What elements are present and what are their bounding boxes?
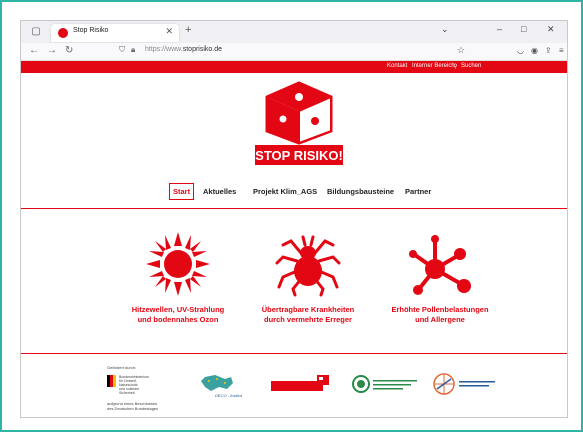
feature-heat-line2: und bodennahes Ozon <box>137 315 219 324</box>
back-icon[interactable]: ← <box>29 45 39 56</box>
feature-pollen-line2: und Allergene <box>415 315 465 324</box>
nav-item-partner[interactable]: Partner <box>405 187 431 196</box>
nav-item-aktuelles[interactable]: Aktuelles <box>203 187 236 196</box>
partner-logo[interactable] <box>431 371 501 397</box>
feature-pollen-title: Erhöhte Pollenbelastungen und Allergene <box>375 305 505 325</box>
feature-heat-line1: Hitzewellen, UV-Strahlung <box>131 305 225 314</box>
url-protocol: https://www. <box>145 46 183 53</box>
account-icon[interactable]: ◉ <box>531 46 538 55</box>
pollen-icon <box>409 235 471 295</box>
top-utility-bar: Kontakt Interner Bereich ⚲ Suchen <box>21 61 567 73</box>
close-window-icon[interactable]: ✕ <box>547 24 555 35</box>
shield-icon[interactable]: ⛉ <box>119 45 125 55</box>
screenshot-frame: ▢ Stop Risiko ✕ + ⌄ – □ ✕ ← → ↻ ⛉ 🔒︎ htt… <box>0 0 583 432</box>
bookmark-star-icon[interactable]: ☆ <box>457 45 465 56</box>
feature-diseases-line2: durch vermehrte Erreger <box>264 315 352 324</box>
resolution-line2: des Deutschen Bundestages <box>107 406 159 411</box>
tab-bar: ▢ Stop Risiko ✕ + ⌄ – □ ✕ <box>21 21 567 43</box>
contact-link[interactable]: Kontakt <box>387 63 407 69</box>
feature-diseases[interactable]: Übertragbare Krankheiten durch vermehrte… <box>243 231 373 325</box>
browser-window: ▢ Stop Risiko ✕ + ⌄ – □ ✕ ← → ↻ ⛉ 🔒︎ htt… <box>20 20 568 418</box>
tab-stop-risiko[interactable]: Stop Risiko ✕ <box>51 24 179 42</box>
feature-pollen-line1: Erhöhte Pollenbelastungen <box>391 305 489 314</box>
deco-map-icon <box>201 375 233 391</box>
nav-divider <box>21 208 567 209</box>
compass-icon <box>433 373 495 395</box>
tab-overview-icon[interactable]: ▢ <box>29 25 43 39</box>
nav-item-start[interactable]: Start <box>169 183 195 200</box>
address-bar[interactable]: ⛉ 🔒︎ https://www.stoprisiko.de ☆ <box>119 45 465 58</box>
url-text[interactable]: https://www.stoprisiko.de <box>145 46 222 53</box>
logo-text: STOP RISIKO! <box>255 148 343 163</box>
nav-item-bildungsbausteine[interactable]: Bildungsbausteine <box>327 187 394 196</box>
navigation-bar: ← → ↻ ⛉ 🔒︎ https://www.stoprisiko.de ☆ ◡… <box>21 43 567 61</box>
stop-risiko-logo[interactable]: STOP RISIKO! <box>255 81 343 167</box>
sun-icon <box>146 232 210 296</box>
lock-icon[interactable]: 🔒︎ <box>131 45 135 55</box>
new-tab-icon[interactable]: + <box>185 24 191 36</box>
funded-by-label: Gefördert durch: <box>107 365 137 370</box>
internal-area-link[interactable]: Interner Bereich <box>412 63 455 69</box>
search-icon[interactable]: ⚲ <box>453 63 457 70</box>
chevron-down-icon[interactable]: ⌄ <box>441 24 449 35</box>
ministry-line2: für Umwelt, Naturschutz <box>119 379 138 387</box>
feature-heat-title: Hitzewellen, UV-Strahlung und bodennahes… <box>113 305 243 325</box>
forward-icon[interactable]: → <box>47 45 57 56</box>
bmu-logo[interactable]: Bundesministerium für Umwelt, Naturschut… <box>107 375 153 397</box>
feature-diseases-title: Übertragbare Krankheiten durch vermehrte… <box>243 305 373 325</box>
deco-logo[interactable]: DECO - Institut <box>197 373 253 399</box>
search-link[interactable]: Suchen <box>461 63 481 69</box>
feature-heat[interactable]: Hitzewellen, UV-Strahlung und bodennahes… <box>113 231 243 325</box>
minimize-icon[interactable]: – <box>497 24 502 34</box>
extensions-icon[interactable]: ⇪ <box>545 46 552 55</box>
feature-diseases-line1: Übertragbare Krankheiten <box>261 305 355 314</box>
nav-item-projekt-klim-ags[interactable]: Projekt Klim_AGS <box>253 187 317 196</box>
favicon-icon <box>58 28 68 38</box>
tab-title: Stop Risiko <box>73 27 109 34</box>
footer-divider <box>21 353 567 354</box>
circle-emblem-icon <box>352 375 417 393</box>
maximize-icon[interactable]: □ <box>521 24 526 34</box>
eagle-icon <box>107 375 116 387</box>
landesinstitut-logo[interactable] <box>351 373 421 395</box>
reload-icon[interactable]: ↻ <box>65 45 73 56</box>
stop-risiko-banner-logo[interactable] <box>271 375 331 395</box>
tick-icon <box>275 235 341 297</box>
deco-label: DECO - Institut <box>215 393 242 398</box>
main-navigation: Start Aktuelles Projekt Klim_AGS Bildung… <box>21 181 567 203</box>
banner-icon <box>271 375 329 391</box>
feature-pollen[interactable]: Erhöhte Pollenbelastungen und Allergene <box>375 231 505 325</box>
resolution-label: aufgrund eines Beschlusses des Deutschen… <box>107 401 158 411</box>
close-tab-icon[interactable]: ✕ <box>165 26 173 37</box>
url-domain: stoprisiko.de <box>182 46 223 53</box>
pocket-icon[interactable]: ◡ <box>517 46 524 55</box>
menu-icon[interactable]: ≡ <box>559 46 564 55</box>
ministry-line3: und nukleare Sicherheit <box>119 387 140 395</box>
